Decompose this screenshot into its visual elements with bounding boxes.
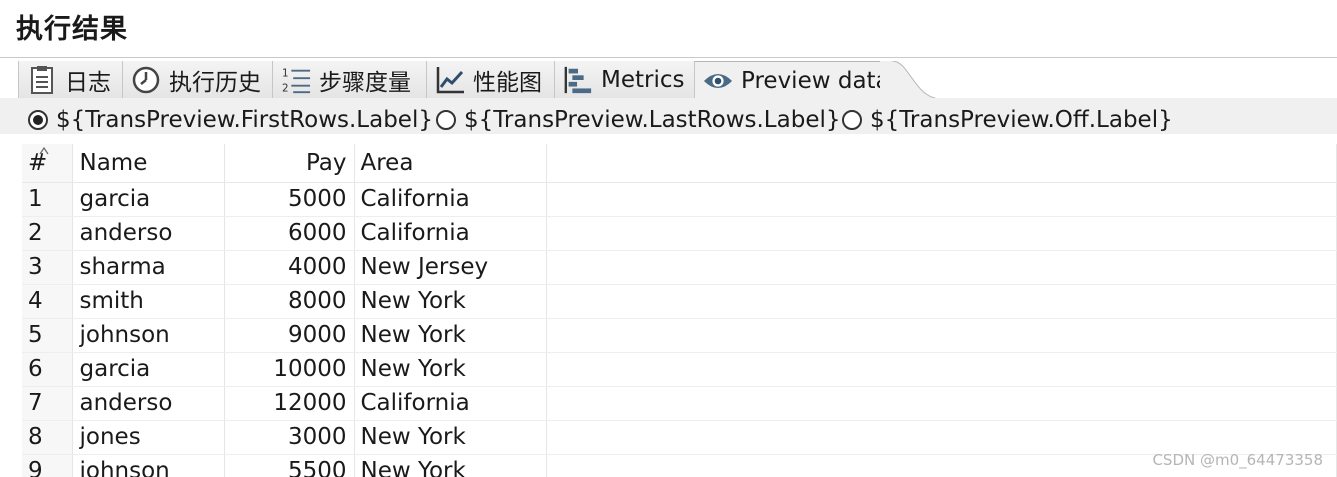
log-icon	[27, 65, 57, 95]
radio-label: ${TransPreview.Off.Label}	[870, 107, 1173, 133]
sort-caret-icon	[39, 147, 49, 155]
tab-label: 日志	[65, 70, 111, 96]
table-row[interactable]: 2 anderso 6000 California	[22, 216, 1337, 251]
column-header-pay[interactable]: Pay	[224, 144, 355, 183]
row-index: 6	[22, 352, 73, 387]
preview-first-rows-radio[interactable]: ${TransPreview.FirstRows.Label}	[28, 107, 433, 134]
cell-name[interactable]: sharma	[72, 250, 225, 285]
tab-execution-history[interactable]: 执行历史	[122, 61, 272, 99]
row-index: 8	[22, 420, 73, 455]
radio-label: ${TransPreview.LastRows.Label}	[464, 107, 841, 133]
cell-pay[interactable]: 5500	[224, 454, 355, 477]
cell-area[interactable]: New Jersey	[354, 250, 547, 285]
cell-area[interactable]: California	[354, 386, 547, 421]
tab-preview-data[interactable]: Preview data	[694, 61, 894, 100]
table-row[interactable]: 9 johnson 5500 New York	[22, 454, 1337, 477]
cell-area[interactable]: California	[354, 216, 547, 251]
cell-pay[interactable]: 5000	[224, 182, 355, 217]
row-index: 9	[22, 454, 73, 477]
preview-data-grid[interactable]: # Name Pay Area 1 garcia 5000 California	[0, 134, 1337, 477]
row-index: 4	[22, 284, 73, 319]
metrics-icon	[563, 65, 593, 95]
eye-icon	[703, 66, 733, 96]
table-row[interactable]: 6 garcia 10000 New York	[22, 352, 1337, 387]
tab-label: 性能图	[473, 70, 542, 96]
row-index: 5	[22, 318, 73, 353]
performance-chart-icon	[435, 65, 465, 95]
cell-area[interactable]: New York	[354, 454, 547, 477]
column-header-filler	[546, 144, 1337, 183]
cell-name[interactable]: jones	[72, 420, 225, 455]
step-metrics-icon: 1 2	[281, 65, 311, 95]
table-header-row: # Name Pay Area	[22, 144, 1337, 183]
preview-mode-selector: ${TransPreview.FirstRows.Label} ${TransP…	[0, 98, 1337, 134]
cell-pay[interactable]: 9000	[224, 318, 355, 353]
row-index: 2	[22, 216, 73, 251]
table-row[interactable]: 4 smith 8000 New York	[22, 284, 1337, 319]
tab-metrics[interactable]: Metrics	[554, 61, 694, 99]
tab-label: 步骤度量	[319, 70, 411, 96]
table-row[interactable]: 1 garcia 5000 California	[22, 182, 1337, 217]
svg-text:1: 1	[282, 67, 289, 79]
tab-performance-chart[interactable]: 性能图	[426, 61, 554, 99]
table-row[interactable]: 3 sharma 4000 New Jersey	[22, 250, 1337, 285]
radio-indicator	[28, 110, 48, 130]
execution-results-panel: 执行结果 日志 执行历史 1 2 步骤度量 性能图 Metrics Previe…	[0, 0, 1337, 477]
row-index: 3	[22, 250, 73, 285]
cell-pay[interactable]: 10000	[224, 352, 355, 387]
history-clock-icon	[131, 65, 161, 95]
panel-title: 执行结果	[16, 14, 128, 45]
cell-name[interactable]: johnson	[72, 454, 225, 477]
cell-pay[interactable]: 6000	[224, 216, 355, 251]
cell-name[interactable]: anderso	[72, 216, 225, 251]
cell-name[interactable]: smith	[72, 284, 225, 319]
cell-pay[interactable]: 8000	[224, 284, 355, 319]
column-header-name[interactable]: Name	[72, 144, 225, 183]
preview-off-radio[interactable]: ${TransPreview.Off.Label}	[842, 107, 1173, 134]
cell-area[interactable]: California	[354, 182, 547, 217]
cell-name[interactable]: garcia	[72, 182, 225, 217]
cell-area[interactable]: New York	[354, 352, 547, 387]
cell-name[interactable]: johnson	[72, 318, 225, 353]
radio-indicator	[436, 110, 456, 130]
tab-label: Metrics	[601, 67, 685, 93]
row-index: 1	[22, 182, 73, 217]
cell-area[interactable]: New York	[354, 420, 547, 455]
column-header-index[interactable]: #	[22, 144, 73, 183]
table-row[interactable]: 7 anderso 12000 California	[22, 386, 1337, 421]
tab-label: 执行历史	[169, 70, 261, 96]
cell-pay[interactable]: 4000	[224, 250, 355, 285]
cell-area[interactable]: New York	[354, 318, 547, 353]
cell-name[interactable]: anderso	[72, 386, 225, 421]
cell-pay[interactable]: 12000	[224, 386, 355, 421]
radio-indicator	[842, 110, 862, 130]
preview-table: # Name Pay Area 1 garcia 5000 California	[22, 144, 1337, 477]
cell-name[interactable]: garcia	[72, 352, 225, 387]
column-header-area[interactable]: Area	[354, 144, 547, 183]
tab-label: Preview data	[741, 68, 890, 94]
radio-label: ${TransPreview.FirstRows.Label}	[56, 107, 433, 133]
watermark: CSDN @m0_64473358	[1152, 451, 1323, 469]
cell-area[interactable]: New York	[354, 284, 547, 319]
results-tab-bar: 日志 执行历史 1 2 步骤度量 性能图 Metrics Preview dat…	[0, 57, 1337, 100]
row-index: 7	[22, 386, 73, 421]
cell-pay[interactable]: 3000	[224, 420, 355, 455]
table-row[interactable]: 8 jones 3000 New York	[22, 420, 1337, 455]
table-row[interactable]: 5 johnson 9000 New York	[22, 318, 1337, 353]
active-tab-curve	[880, 61, 942, 99]
tab-step-metrics[interactable]: 1 2 步骤度量	[272, 61, 426, 99]
tab-log[interactable]: 日志	[18, 61, 122, 99]
svg-text:2: 2	[282, 82, 289, 94]
preview-last-rows-radio[interactable]: ${TransPreview.LastRows.Label}	[436, 107, 841, 134]
